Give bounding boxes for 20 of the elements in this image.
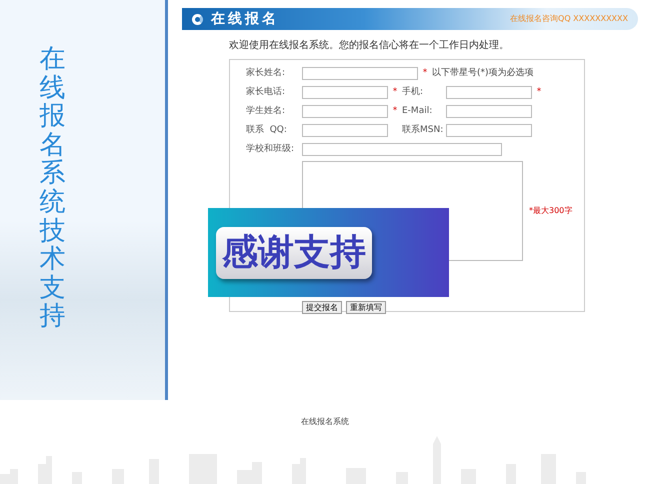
sidebar-title: 在线报名系统技术支持 (40, 45, 66, 334)
banner-text: 感谢支持 (216, 226, 372, 278)
footer-text: 在线报名系统 (300, 416, 350, 428)
field-label: E-Mail: (402, 104, 434, 118)
field-label: 家长姓名: (246, 66, 286, 80)
header-title: 在线报名 (211, 10, 279, 28)
intro-text: 欢迎使用在线报名系统。您的报名信心将在一个工作日内处理。 (229, 38, 510, 53)
limit-note: *最大300字 (529, 205, 572, 217)
required-mark: * (422, 66, 428, 80)
required-mark: * (536, 86, 542, 99)
field-label: 家长电话: (246, 86, 286, 99)
field-label: 手机: (402, 86, 424, 99)
field-label: 学校和班级: (246, 142, 296, 156)
required-mark: * (392, 86, 398, 99)
required-note: 以下带星号(*)项为必选项 (432, 66, 534, 80)
field-label: 学生姓名: (246, 104, 286, 118)
required-mark: * (392, 104, 398, 118)
field-label: 联系 QQ: (246, 124, 288, 137)
hotline-text: 在线报名咨询QQ XXXXXXXXXX (510, 13, 628, 25)
field-label: 联系MSN: (402, 124, 444, 137)
